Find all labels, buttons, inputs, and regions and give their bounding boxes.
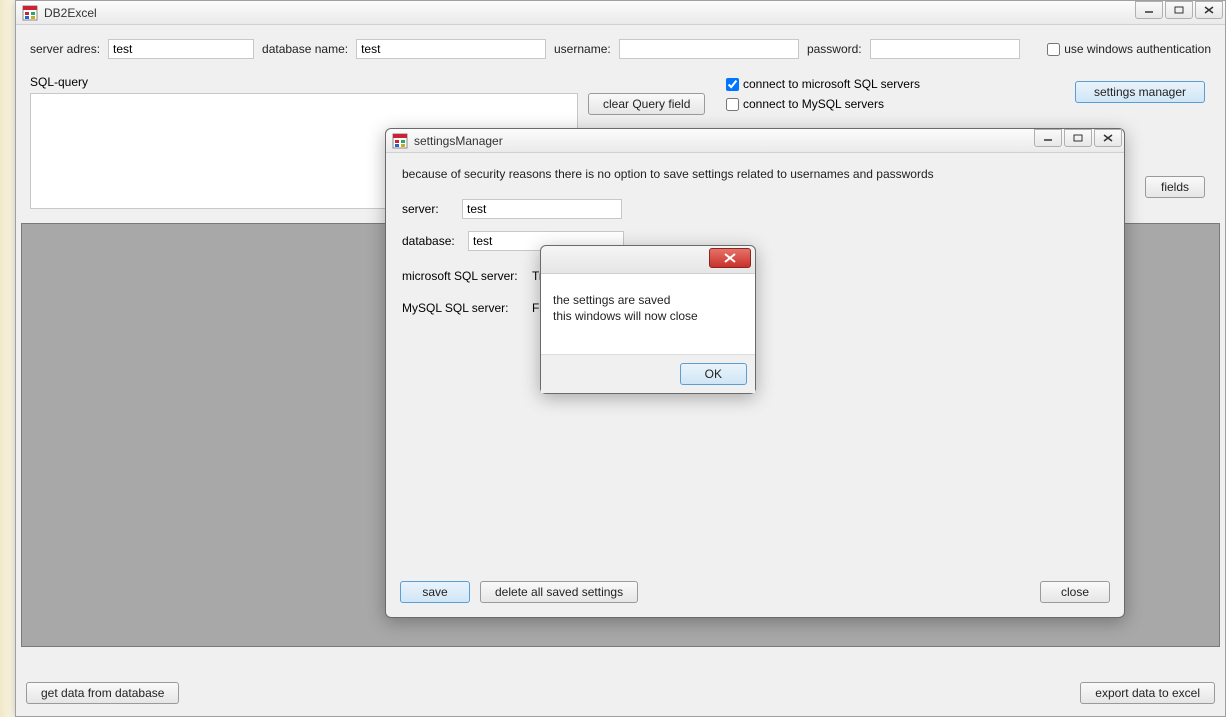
settings-maximize-button[interactable] (1064, 129, 1092, 147)
server-adres-input[interactable] (108, 39, 254, 59)
settings-save-button[interactable]: save (400, 581, 470, 603)
settings-server-input[interactable] (462, 199, 622, 219)
app-icon (392, 133, 408, 149)
main-titlebar[interactable]: DB2Excel (16, 1, 1225, 25)
settings-manager-button[interactable]: settings manager (1075, 81, 1205, 103)
settings-mssql-label: microsoft SQL server: (402, 269, 522, 283)
connect-mssql-checkbox[interactable] (726, 78, 739, 91)
settings-close-dialog-button[interactable]: close (1040, 581, 1110, 603)
connect-mssql-label: connect to microsoft SQL servers (743, 77, 920, 91)
msgbox-close-button[interactable] (709, 248, 751, 268)
settings-delete-all-button[interactable]: delete all saved settings (480, 581, 638, 603)
close-icon (724, 253, 736, 263)
msgbox-text-line2: this windows will now close (553, 308, 743, 324)
settings-database-label: database: (402, 234, 458, 248)
database-name-input[interactable] (356, 39, 546, 59)
username-label: username: (554, 42, 611, 56)
export-excel-button[interactable]: export data to excel (1080, 682, 1215, 704)
clear-query-button[interactable]: clear Query field (588, 93, 705, 115)
msgbox-body: the settings are saved this windows will… (541, 274, 755, 354)
use-windows-auth-checkbox[interactable] (1047, 43, 1060, 56)
connect-mysql-checkbox[interactable] (726, 98, 739, 111)
settings-close-button[interactable] (1094, 129, 1122, 147)
maximize-button[interactable] (1165, 1, 1193, 19)
username-input[interactable] (619, 39, 799, 59)
database-name-label: database name: (262, 42, 348, 56)
main-title: DB2Excel (44, 6, 97, 20)
settings-titlebar[interactable]: settingsManager (386, 129, 1124, 153)
bottom-button-row: get data from database export data to ex… (26, 682, 1215, 704)
app-icon (22, 5, 38, 21)
fields-button[interactable]: fields (1145, 176, 1205, 198)
settings-minimize-button[interactable] (1034, 129, 1062, 147)
settings-info-text: because of security reasons there is no … (402, 167, 1108, 181)
settings-server-label: server: (402, 202, 452, 216)
settings-title: settingsManager (414, 134, 503, 148)
msgbox-text-line1: the settings are saved (553, 292, 743, 308)
use-windows-auth-label: use windows authentication (1064, 42, 1211, 56)
get-data-button[interactable]: get data from database (26, 682, 179, 704)
connect-mysql-label: connect to MySQL servers (743, 97, 884, 111)
password-label: password: (807, 42, 862, 56)
msgbox-ok-button[interactable]: OK (680, 363, 747, 385)
msgbox-titlebar[interactable] (541, 246, 755, 274)
message-box: the settings are saved this windows will… (540, 245, 756, 394)
password-input[interactable] (870, 39, 1020, 59)
sql-query-label: SQL-query (30, 75, 1211, 89)
minimize-button[interactable] (1135, 1, 1163, 19)
close-button[interactable] (1195, 1, 1223, 19)
top-field-row: server adres: database name: username: p… (30, 39, 1211, 59)
server-adres-label: server adres: (30, 42, 100, 56)
settings-mysql-label: MySQL SQL server: (402, 301, 522, 315)
